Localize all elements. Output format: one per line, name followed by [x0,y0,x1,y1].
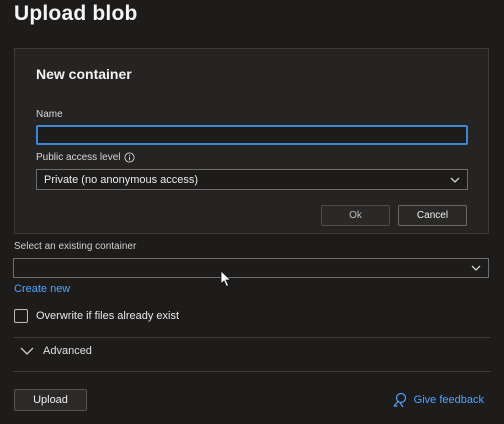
advanced-toggle[interactable]: Advanced [20,345,92,357]
new-container-dialog: New container Name Public access level P… [14,48,489,234]
feedback-icon [393,392,406,408]
divider [13,337,491,338]
overwrite-option[interactable]: Overwrite if files already exist [14,309,179,323]
select-container-label: Select an existing container [14,241,137,252]
overwrite-checkbox[interactable] [14,309,28,323]
name-input[interactable] [36,125,468,145]
name-label: Name [36,109,63,120]
existing-container-select[interactable] [13,258,489,278]
give-feedback-link[interactable]: Give feedback [392,392,484,408]
public-access-label-text: Public access level [36,152,121,163]
page-title: Upload blob [14,2,138,25]
public-access-value: Private (no anonymous access) [44,174,199,186]
chevron-down-icon [471,265,481,271]
cancel-button[interactable]: Cancel [398,205,467,226]
divider [13,371,491,372]
advanced-label: Advanced [43,345,92,357]
upload-blob-pane: Upload blob Select an existing container… [0,0,504,424]
ok-button[interactable]: Ok [321,205,390,226]
create-new-link[interactable]: Create new [14,283,70,295]
overwrite-label: Overwrite if files already exist [36,310,180,322]
public-access-label: Public access level [36,152,136,163]
upload-button[interactable]: Upload [14,389,87,411]
mouse-cursor-icon [220,270,232,288]
info-icon[interactable] [124,152,136,163]
feedback-label: Give feedback [413,394,484,406]
dialog-title: New container [36,66,132,82]
chevron-down-icon [450,177,460,183]
chevron-down-icon [20,347,34,355]
public-access-select[interactable]: Private (no anonymous access) [36,169,468,190]
